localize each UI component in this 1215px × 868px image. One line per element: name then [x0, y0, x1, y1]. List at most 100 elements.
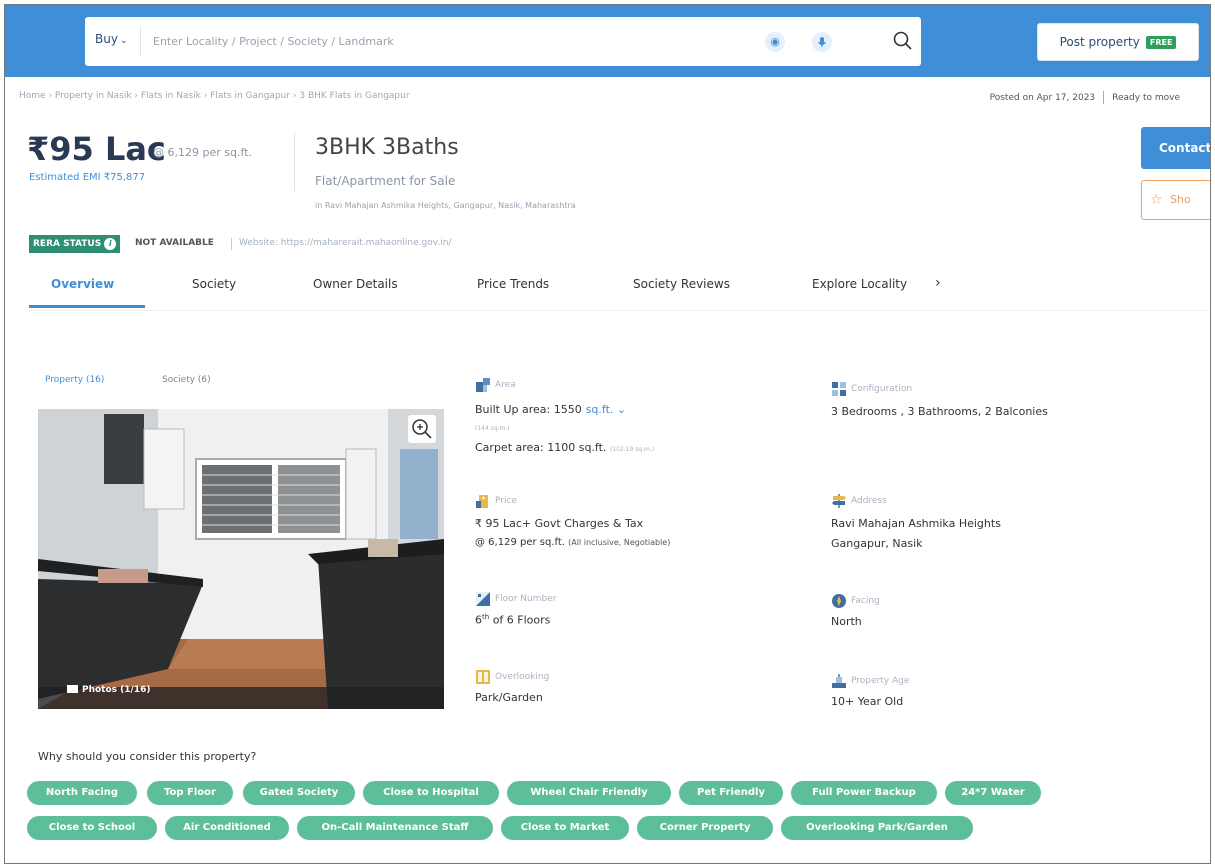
address-line-1: Ravi Mahajan Ashmika Heights: [831, 517, 1001, 530]
listing-location[interactable]: in Ravi Mahajan Ashmika Heights, Gangapu…: [315, 201, 576, 210]
area-unit-label: sq.ft.: [585, 403, 614, 416]
configuration-value: 3 Bedrooms , 3 Bathrooms, 2 Balconies: [831, 405, 1048, 418]
tab-society[interactable]: Society: [192, 277, 236, 291]
section-tabs: Overview Society Owner Details Price Tre…: [29, 261, 1209, 311]
compass-icon: [832, 594, 846, 608]
location-icon[interactable]: ◉: [765, 32, 785, 52]
floor-number-suffix: th: [482, 613, 490, 621]
address-line-2: Gangapur, Nasik: [831, 537, 923, 550]
price-detail-per-sqft: @ 6,129 per sq.ft. (All inclusive, Negot…: [475, 537, 670, 548]
buy-dropdown[interactable]: Buy ⌄: [95, 32, 128, 46]
area-unit-dropdown[interactable]: sq.ft. ⌄: [586, 403, 626, 416]
rera-label: RERA STATUS: [33, 239, 102, 249]
tab-overview[interactable]: Overview: [51, 277, 114, 291]
signpost-icon: [832, 494, 846, 508]
price-tag-icon: [476, 495, 488, 508]
price-divider: [294, 133, 295, 191]
configuration-icon: [832, 382, 846, 396]
info-icon[interactable]: i: [104, 238, 117, 250]
highlight-chip[interactable]: Top Floor: [147, 781, 233, 805]
posted-date: Posted on Apr 17, 2023: [989, 93, 1096, 103]
search-divider: [140, 27, 141, 55]
tab-owner-details[interactable]: Owner Details: [313, 277, 398, 291]
price-value: ₹95 Lac: [27, 130, 166, 168]
mic-icon[interactable]: [812, 32, 832, 52]
gallery-tab-property[interactable]: Property (16): [45, 375, 104, 385]
built-up-area: Built Up area: 1550 sq.ft. ⌄: [475, 403, 626, 416]
chevron-down-icon: ⌄: [119, 36, 128, 46]
property-age-value: 10+ Year Old: [831, 695, 904, 708]
area-icon: [476, 378, 490, 392]
floor-label: Floor Number: [495, 594, 557, 604]
photos-counter[interactable]: Photos (1/16): [67, 685, 150, 695]
why-consider-heading: Why should you consider this property?: [38, 750, 257, 763]
floor-total: of 6 Floors: [492, 613, 551, 627]
property-page: Buy⌄ ◉ Post property FREE Home › Propert…: [4, 4, 1211, 864]
highlight-chip[interactable]: On-Call Maintenance Staff: [297, 816, 493, 840]
building-age-icon: [832, 674, 846, 688]
highlight-chip[interactable]: Corner Property: [637, 816, 773, 840]
post-property-button[interactable]: Post property FREE: [1037, 23, 1199, 61]
top-header: Buy⌄ ◉ Post property FREE: [5, 5, 1210, 77]
active-tab-indicator: [29, 305, 145, 308]
highlight-chip[interactable]: Overlooking Park/Garden: [781, 816, 973, 840]
property-age-label: Property Age: [851, 676, 910, 686]
tab-price-trends[interactable]: Price Trends: [477, 277, 549, 291]
star-icon: ☆: [1150, 192, 1163, 208]
post-property-label: Post property: [1059, 35, 1140, 49]
gallery-tab-society[interactable]: Society (6): [162, 375, 211, 385]
zoom-in-icon[interactable]: [408, 415, 436, 443]
carpet-area-sqm: (102.19 sq.m.): [609, 446, 655, 453]
built-up-area-sqm: (144 sq.m.): [475, 425, 510, 432]
property-photo[interactable]: [38, 409, 444, 709]
buy-label: Buy: [95, 32, 118, 46]
possession-status: Ready to move: [1112, 93, 1180, 103]
listing-title: 3BHK 3Baths: [315, 135, 459, 160]
tabs-next-arrow-icon[interactable]: ›: [935, 275, 941, 291]
highlight-chip[interactable]: Wheel Chair Friendly: [507, 781, 671, 805]
floor-value: 6th of 6 Floors: [475, 613, 550, 627]
listing-subtitle: Flat/Apartment for Sale: [315, 174, 456, 188]
highlight-chip[interactable]: North Facing: [27, 781, 137, 805]
window-icon: [476, 670, 490, 684]
highlight-chip[interactable]: Full Power Backup: [791, 781, 937, 805]
highlight-chip[interactable]: 24*7 Water: [945, 781, 1041, 805]
highlight-chip[interactable]: Air Conditioned: [165, 816, 289, 840]
built-up-area-value: Built Up area: 1550: [475, 403, 582, 416]
tab-society-reviews[interactable]: Society Reviews: [633, 277, 730, 291]
address-label: Address: [851, 496, 887, 506]
shortlist-button[interactable]: ☆ Sho: [1141, 180, 1210, 220]
highlight-chip[interactable]: Pet Friendly: [679, 781, 783, 805]
facing-label: Facing: [851, 596, 880, 606]
price-label: Price: [495, 496, 517, 506]
breadcrumb[interactable]: Home › Property in Nasik › Flats in Nasi…: [19, 91, 410, 101]
rera-status-badge: RERA STATUS i: [29, 235, 121, 253]
photos-counter-label: Photos (1/16): [82, 685, 151, 695]
overlooking-label: Overlooking: [495, 672, 550, 682]
search-icon[interactable]: [891, 29, 915, 53]
highlight-chip[interactable]: Close to Market: [501, 816, 629, 840]
price-detail-rate: @ 6,129 per sq.ft.: [475, 537, 565, 548]
tab-explore-locality[interactable]: Explore Locality: [812, 277, 907, 291]
highlight-chip[interactable]: Close to School: [27, 816, 157, 840]
carpet-area: Carpet area: 1100 sq.ft. (102.19 sq.m.): [475, 441, 654, 454]
emi-link[interactable]: Estimated EMI ₹75,877: [29, 172, 145, 183]
posted-info: Posted on Apr 17, 2023 Ready to move: [990, 91, 1180, 104]
free-badge: FREE: [1145, 35, 1177, 49]
price-per-sqft: @ 6,129 per sq.ft.: [153, 146, 252, 159]
search-input[interactable]: [153, 30, 743, 52]
floor-icon: [476, 592, 490, 606]
highlight-chip[interactable]: Close to Hospital: [363, 781, 499, 805]
carpet-area-value: Carpet area: 1100 sq.ft.: [475, 441, 607, 454]
rera-website-link[interactable]: Website: https://maharerait.mahaonline.g…: [230, 238, 451, 250]
rera-value: NOT AVAILABLE: [135, 238, 214, 248]
price-detail: ₹ 95 Lac+ Govt Charges & Tax: [475, 517, 644, 530]
price-detail-note: (All inclusive, Negotiable): [568, 538, 671, 547]
contact-owner-button[interactable]: Contact O: [1141, 127, 1210, 169]
facing-value: North: [831, 615, 862, 628]
highlight-chip[interactable]: Gated Society: [243, 781, 355, 805]
camera-icon: [67, 685, 78, 693]
search-bar: Buy⌄ ◉: [85, 17, 921, 66]
shortlist-label: Sho: [1170, 193, 1191, 206]
configuration-label: Configuration: [851, 384, 913, 394]
